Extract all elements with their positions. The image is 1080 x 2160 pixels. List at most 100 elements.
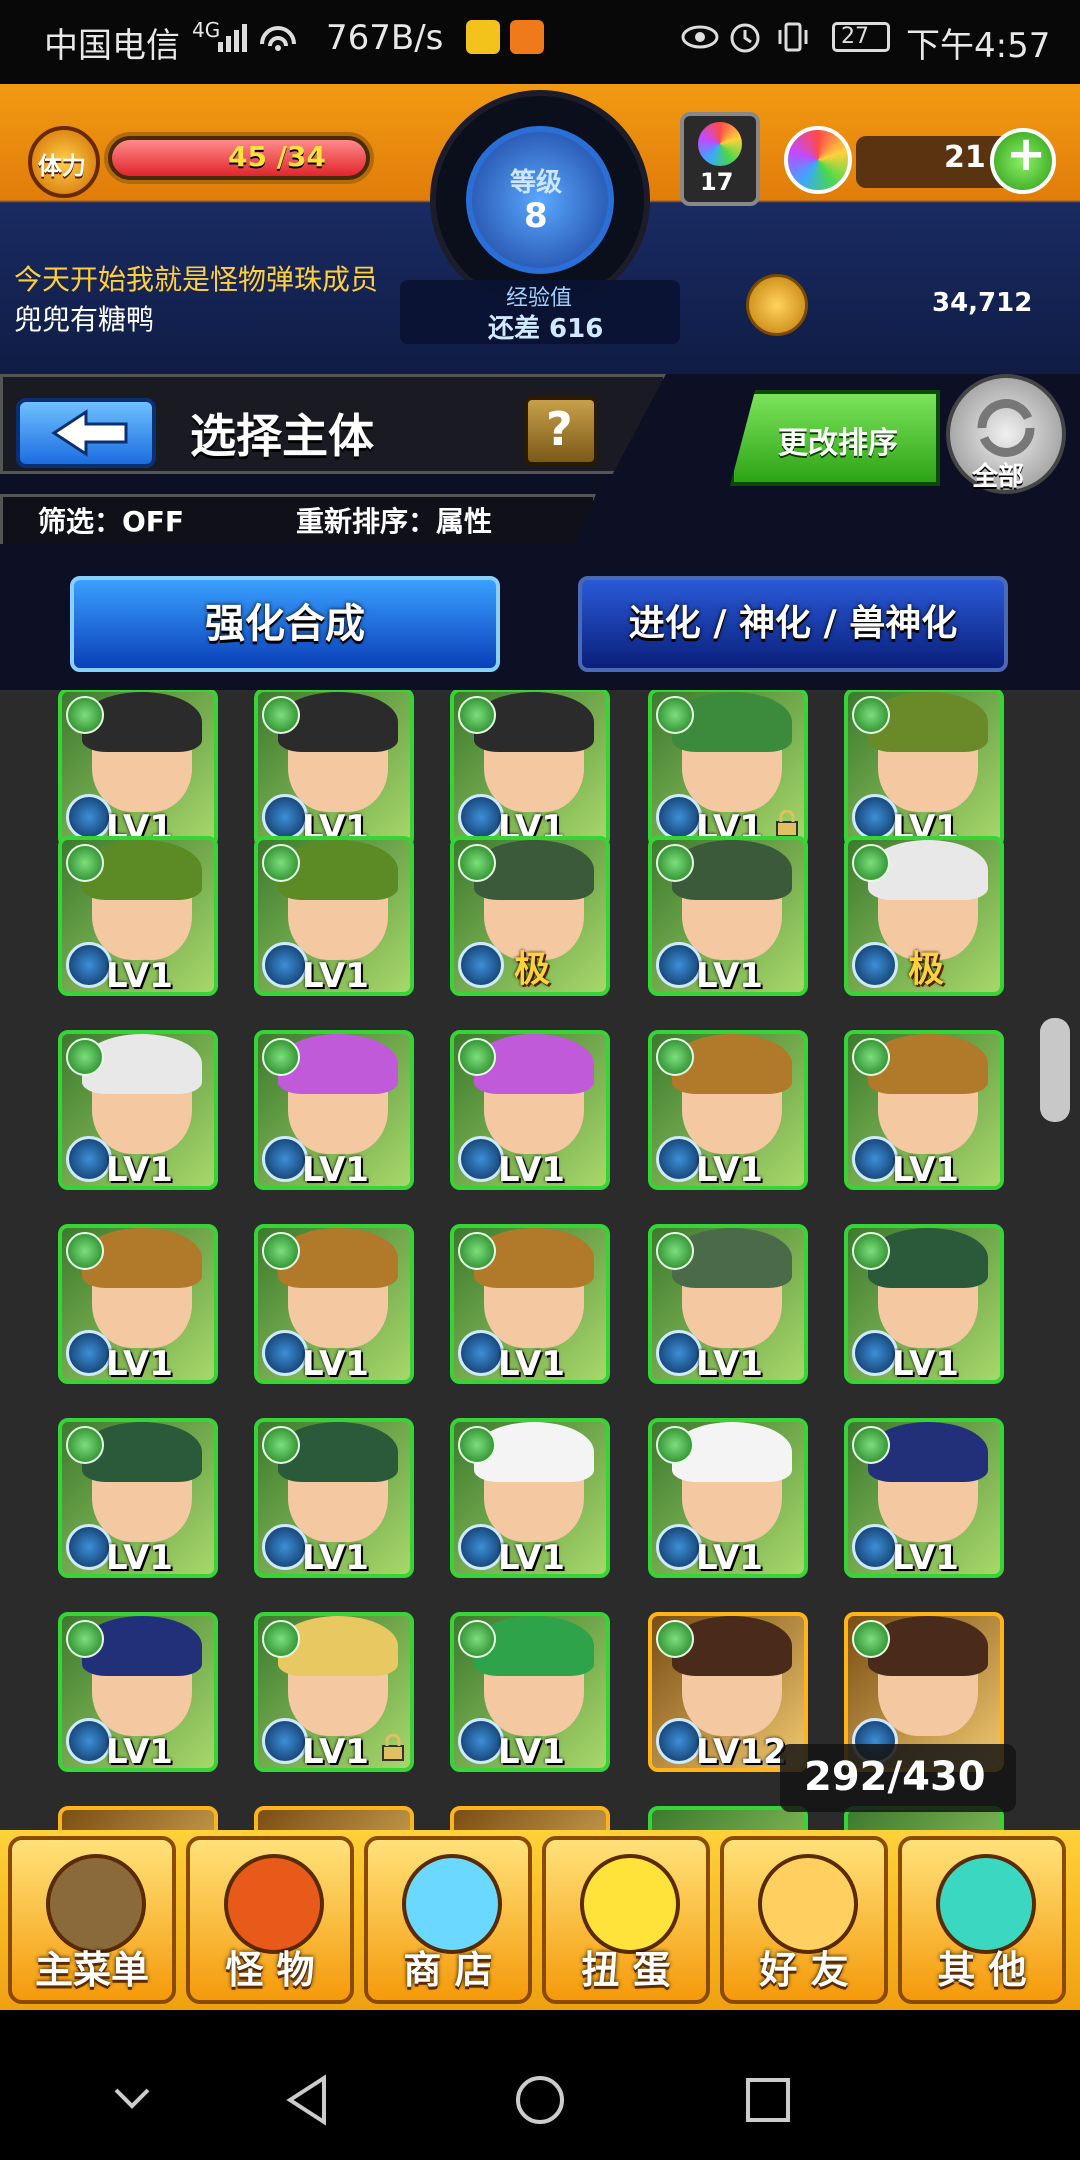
clock: 下午4:57 xyxy=(906,26,1051,66)
monster-card[interactable]: LV1 xyxy=(450,1030,610,1190)
back-nav-icon[interactable] xyxy=(284,2074,332,2126)
monster-card[interactable]: LV1 xyxy=(254,836,414,996)
nav-item[interactable]: 商 店 xyxy=(364,1836,532,2004)
nav-item[interactable]: 扭 蛋 xyxy=(542,1836,710,2004)
nav-item[interactable]: 怪 物 xyxy=(186,1836,354,2004)
back-arrow-icon xyxy=(50,408,130,458)
scrollbar-handle[interactable] xyxy=(1040,1018,1070,1122)
help-icon: ? xyxy=(546,402,573,456)
monster-card[interactable]: 极 xyxy=(844,836,1004,996)
lock-icon xyxy=(380,1733,406,1762)
attribute-icon xyxy=(852,696,890,734)
monster-card[interactable]: LV1 xyxy=(844,690,1004,848)
coin-count: 34,712 xyxy=(932,288,1033,318)
nav-item[interactable]: 主菜单 xyxy=(8,1836,176,2004)
element-orb-icon xyxy=(458,942,504,988)
monster-card[interactable]: LV1 xyxy=(648,1224,808,1384)
monster-card[interactable]: LV1 xyxy=(58,1612,218,1772)
monster-card[interactable] xyxy=(450,1806,610,1830)
monster-card[interactable]: LV1 xyxy=(58,690,218,848)
rainbow-orb-icon xyxy=(784,126,852,194)
level-inner: 等级 8 xyxy=(466,126,614,274)
monster-card[interactable]: LV1 xyxy=(648,1030,808,1190)
wifi-hotspot-icon xyxy=(258,20,298,56)
monster-level: LV12 xyxy=(696,1732,787,1772)
monster-grid: LV1 LV1 LV1 LV1 LV1 LV1 LV1 极 LV1 极 LV1 LV1 LV1 LV1 LV… xyxy=(0,690,1080,1830)
monster-level: LV1 xyxy=(498,1344,565,1384)
filter-toggle[interactable]: 筛选：OFF xyxy=(38,500,184,540)
add-orb-button[interactable]: + xyxy=(990,126,1056,194)
stamina-value: 45 /34 xyxy=(228,140,326,173)
bottom-nav: 主菜单 怪 物 商 店 扭 蛋 好 友 其 他 xyxy=(0,1830,1080,2010)
welcome-message: 今天开始我就是怪物弹珠成员 xyxy=(14,263,379,296)
monster-card[interactable]: LV1 xyxy=(844,1224,1004,1384)
attribute-icon xyxy=(458,696,496,734)
stamina-bar: 45 /34 xyxy=(104,132,374,184)
plus-icon: + xyxy=(1006,126,1047,182)
attribute-icon xyxy=(458,1426,496,1464)
monster-card[interactable]: LV1 xyxy=(254,1612,414,1772)
monster-card[interactable]: LV1 xyxy=(844,1418,1004,1578)
box-count: 292/430 xyxy=(804,1754,986,1800)
refresh-all-button[interactable]: 全部 xyxy=(946,374,1066,494)
alarm-icon xyxy=(728,20,762,54)
monster-level: LV1 xyxy=(892,1344,959,1384)
attribute-icon xyxy=(852,1426,890,1464)
attribute-icon xyxy=(262,844,300,882)
monster-level: LV1 xyxy=(498,1732,565,1772)
attribute-icon xyxy=(66,844,104,882)
monster-card[interactable]: LV1 xyxy=(450,690,610,848)
monster-card[interactable]: LV1 xyxy=(58,1224,218,1384)
hide-keyboard-icon[interactable] xyxy=(112,2086,152,2110)
network-speed: 767B/s xyxy=(326,18,444,58)
home-nav-icon[interactable] xyxy=(514,2074,566,2126)
monster-level: LV1 xyxy=(302,1538,369,1578)
monster-level: LV1 xyxy=(302,1150,369,1190)
level-dial: 等级 8 xyxy=(430,90,650,310)
nav-label: 其 他 xyxy=(937,1948,1027,1992)
nav-label: 扭 蛋 xyxy=(581,1948,671,1992)
monster-card[interactable]: 极 xyxy=(450,836,610,996)
orb-count: 21 xyxy=(944,140,986,175)
monster-card[interactable]: LV1 xyxy=(844,1030,1004,1190)
attribute-icon xyxy=(262,1232,300,1270)
nav-label: 怪 物 xyxy=(225,1948,315,1992)
monster-card[interactable]: LV1 xyxy=(450,1418,610,1578)
monster-card[interactable] xyxy=(58,1806,218,1830)
monster-card[interactable]: LV1 xyxy=(58,1030,218,1190)
exp-panel: 经验值 还差 616 xyxy=(400,280,680,344)
status-bar: 中国电信 4G 767B/s 27 下午4:57 xyxy=(0,0,1080,84)
monster-card[interactable]: LV1 xyxy=(58,1418,218,1578)
change-order-button[interactable]: 更改排序 xyxy=(730,390,940,486)
monster-card[interactable]: LV1 xyxy=(450,1224,610,1384)
monster-card[interactable]: LV1 xyxy=(58,836,218,996)
tab-enhance[interactable]: 强化合成 xyxy=(70,576,500,672)
lock-icon xyxy=(774,809,800,838)
back-button[interactable] xyxy=(16,398,156,468)
change-order-label: 更改排序 xyxy=(778,426,898,461)
monster-card[interactable]: LV1 xyxy=(648,836,808,996)
monster-card[interactable]: LV1 xyxy=(254,690,414,848)
tab-evolve[interactable]: 进化 / 神化 / 兽神化 xyxy=(578,576,1008,672)
sort-toggle[interactable]: 重新排序：属性 xyxy=(296,500,492,540)
nav-item[interactable]: 好 友 xyxy=(720,1836,888,2004)
monster-level: LV1 xyxy=(106,1344,173,1384)
recents-nav-icon[interactable] xyxy=(744,2076,792,2124)
item-box[interactable]: 17 xyxy=(680,112,760,206)
monster-card[interactable]: LV1 xyxy=(254,1418,414,1578)
tab-evolve-label: 进化 / 神化 / 兽神化 xyxy=(628,603,958,644)
monster-card[interactable]: LV1 xyxy=(648,690,808,848)
help-button[interactable]: ? xyxy=(524,396,598,466)
monster-card[interactable]: LV1 xyxy=(648,1418,808,1578)
attribute-icon xyxy=(458,1620,496,1658)
monster-card[interactable]: LV1 xyxy=(450,1612,610,1772)
attribute-icon xyxy=(852,1038,890,1076)
monster-card[interactable]: LV1 xyxy=(254,1224,414,1384)
monster-card[interactable]: LV1 xyxy=(254,1030,414,1190)
monster-level: LV1 xyxy=(302,1732,369,1772)
nav-item[interactable]: 其 他 xyxy=(898,1836,1066,2004)
monster-level: LV1 xyxy=(106,1150,173,1190)
monster-card[interactable] xyxy=(254,1806,414,1830)
attribute-icon xyxy=(262,1038,300,1076)
all-label: 全部 xyxy=(972,462,1025,492)
